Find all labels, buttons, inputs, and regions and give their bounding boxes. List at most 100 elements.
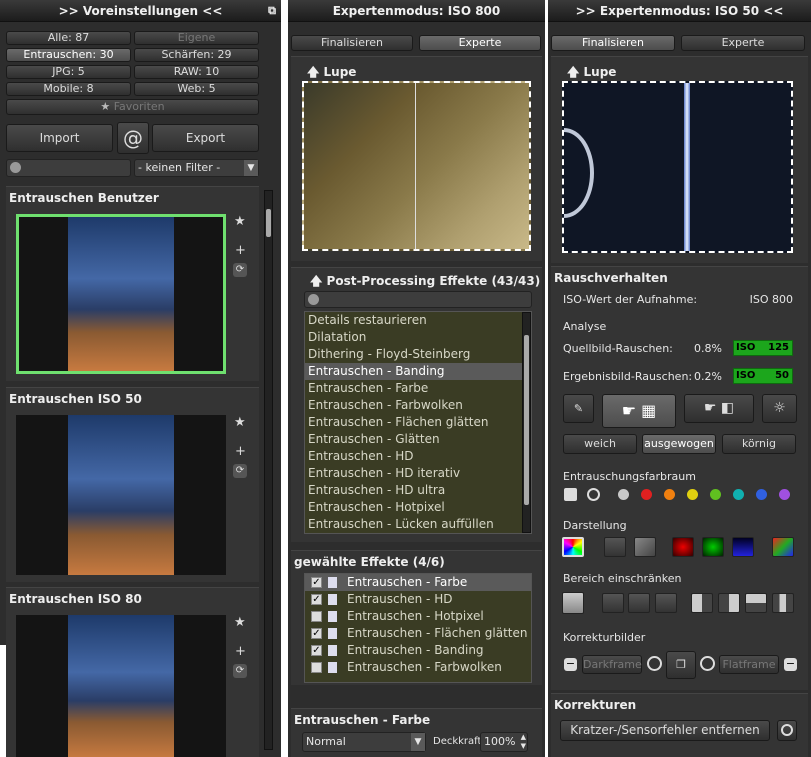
- filter-own-button[interactable]: Eigene: [134, 31, 259, 45]
- color-dot-blue[interactable]: [756, 489, 767, 500]
- detach-icon[interactable]: ⧉: [268, 0, 276, 22]
- effect-item[interactable]: Dilatation: [305, 329, 531, 346]
- restrict-left-icon[interactable]: [691, 593, 713, 613]
- checkbox[interactable]: ✓: [311, 645, 322, 656]
- selected-effect-item[interactable]: ✓ Entrauschen - Flächen glätten: [305, 625, 531, 642]
- color-dot-cyan[interactable]: [733, 489, 744, 500]
- restrict-top-icon[interactable]: [745, 593, 767, 613]
- selected-effect-item[interactable]: Entrauschen - Farbwolken: [305, 659, 531, 676]
- filter-web-button[interactable]: Web: 5: [134, 82, 259, 96]
- restrict-bottom-icon[interactable]: [772, 593, 794, 613]
- preset-thumbnail[interactable]: [16, 615, 226, 757]
- effect-item[interactable]: Entrauschen - HD ultra: [305, 482, 531, 499]
- favorite-star-icon[interactable]: ★: [234, 415, 246, 430]
- color-dot-red[interactable]: [641, 489, 652, 500]
- filter-jpg-button[interactable]: JPG: 5: [6, 65, 131, 79]
- tab-finalize[interactable]: Finalisieren: [551, 35, 675, 51]
- mode-grainy-button[interactable]: körnig: [722, 434, 796, 454]
- scrollbar-thumb[interactable]: [266, 209, 271, 237]
- selected-effect-item[interactable]: ✓ Entrauschen - HD: [305, 591, 531, 608]
- selected-effects-list[interactable]: ✓ Entrauschen - Farbe ✓ Entrauschen - HD E…: [304, 573, 532, 683]
- effect-item[interactable]: Details restaurieren: [305, 312, 531, 329]
- restrict-right-icon[interactable]: [718, 593, 740, 613]
- import-button[interactable]: Import: [6, 124, 113, 152]
- display-rgb-icon[interactable]: [772, 537, 794, 557]
- add-icon[interactable]: +: [235, 644, 246, 659]
- checkbox[interactable]: [311, 611, 322, 622]
- display-red-icon[interactable]: [672, 537, 694, 557]
- loupe-view[interactable]: [562, 81, 793, 253]
- effect-item[interactable]: Entrauschen - Flächen glätten: [305, 414, 531, 431]
- selected-effect-item[interactable]: Entrauschen - Hotpixel: [305, 608, 531, 625]
- filter-mobile-button[interactable]: Mobile: 8: [6, 82, 131, 96]
- export-button[interactable]: Export: [152, 124, 259, 152]
- blend-mode-select[interactable]: Normal ▼: [302, 732, 426, 752]
- sensor-settings-button[interactable]: [777, 720, 797, 741]
- hand-gradient-button[interactable]: ☛ ◧: [684, 394, 754, 423]
- mode-balanced-button[interactable]: ausgewogen: [642, 434, 716, 454]
- preset-thumbnail[interactable]: [16, 415, 226, 575]
- display-blue-icon[interactable]: [732, 537, 754, 557]
- cycle-icon[interactable]: [647, 656, 662, 671]
- preset-thumbnail[interactable]: [16, 214, 226, 374]
- at-icon[interactable]: @: [117, 122, 149, 154]
- effects-scrollbar[interactable]: [522, 312, 531, 533]
- effect-item[interactable]: Entrauschen - HD: [305, 448, 531, 465]
- minus-icon[interactable]: −: [564, 658, 577, 671]
- tab-expert[interactable]: Experte: [681, 35, 805, 51]
- camera-icon[interactable]: [564, 488, 577, 501]
- detail-tool-button[interactable]: ✎: [563, 394, 594, 423]
- sensor-defect-button[interactable]: Kratzer-/Sensorfehler entfernen: [560, 720, 770, 741]
- filter-all-button[interactable]: Alle: 87: [6, 31, 131, 45]
- effect-item[interactable]: Entrauschen - HD iterativ: [305, 465, 531, 482]
- color-dot-gray[interactable]: [618, 489, 629, 500]
- filter-raw-button[interactable]: RAW: 10: [134, 65, 259, 79]
- scrollbar-thumb[interactable]: [524, 335, 529, 505]
- display-color-icon[interactable]: [562, 537, 584, 557]
- color-dot-purple[interactable]: [779, 489, 790, 500]
- refresh-icon[interactable]: ⟳: [233, 664, 247, 678]
- effect-item[interactable]: Entrauschen - Farbwolken: [305, 397, 531, 414]
- checkbox[interactable]: [311, 662, 322, 673]
- color-dot-orange[interactable]: [664, 489, 675, 500]
- search-input[interactable]: [6, 159, 131, 177]
- selected-effect-item[interactable]: ✓ Entrauschen - Farbe: [305, 574, 531, 591]
- tab-finalize[interactable]: Finalisieren: [291, 35, 413, 51]
- checkbox[interactable]: ✓: [311, 628, 322, 639]
- flatframe-button[interactable]: Flatframe: [719, 655, 779, 674]
- favorite-star-icon[interactable]: ★: [234, 214, 246, 229]
- effect-item[interactable]: Entrauschen - Glätten: [305, 431, 531, 448]
- restrict-diamond-icon[interactable]: [602, 593, 624, 613]
- filter-sharpen-button[interactable]: Schärfen: 29: [134, 48, 259, 62]
- add-icon[interactable]: +: [235, 444, 246, 459]
- color-dot-green[interactable]: [710, 489, 721, 500]
- checkbox[interactable]: ✓: [311, 594, 322, 605]
- favorite-star-icon[interactable]: ★: [234, 615, 246, 630]
- minus-icon[interactable]: −: [784, 658, 797, 671]
- display-gray-icon[interactable]: [634, 537, 656, 557]
- refresh-icon[interactable]: ⟳: [233, 464, 247, 478]
- effect-item[interactable]: Entrauschen - Lücken auffüllen: [305, 516, 531, 533]
- preset-card[interactable]: Entrauschen Benutzer ★ + ⟳: [6, 186, 259, 381]
- opacity-stepper[interactable]: 100% ▲ ▼: [480, 732, 528, 752]
- checkbox[interactable]: ✓: [311, 577, 322, 588]
- preset-card[interactable]: Entrauschen ISO 50 ★ + ⟳: [6, 387, 259, 582]
- restrict-full-icon[interactable]: [562, 592, 584, 614]
- frame-stack-button[interactable]: ❐: [666, 651, 696, 679]
- color-cycle-icon[interactable]: [587, 488, 600, 501]
- selected-effect-item[interactable]: ✓ Entrauschen - Banding: [305, 642, 531, 659]
- display-noise-icon[interactable]: [604, 537, 626, 557]
- hand-noise-button[interactable]: ☛ ▦: [602, 394, 676, 428]
- color-dot-yellow[interactable]: [687, 489, 698, 500]
- effects-list[interactable]: Details restaurieren Dilatation Ditherin…: [304, 311, 532, 534]
- cycle-icon[interactable]: [700, 656, 715, 671]
- effect-item[interactable]: Entrauschen - Hotpixel: [305, 499, 531, 516]
- settings-button[interactable]: ☼: [762, 394, 797, 423]
- darkframe-button[interactable]: Darkframe: [582, 655, 642, 674]
- add-icon[interactable]: +: [235, 243, 246, 258]
- presets-scrollbar[interactable]: [264, 190, 273, 750]
- mode-soft-button[interactable]: weich: [563, 434, 637, 454]
- preset-card[interactable]: Entrauschen ISO 80 ★ + ⟳: [6, 587, 259, 757]
- display-green-icon[interactable]: [702, 537, 724, 557]
- restrict-square-icon[interactable]: [655, 593, 677, 613]
